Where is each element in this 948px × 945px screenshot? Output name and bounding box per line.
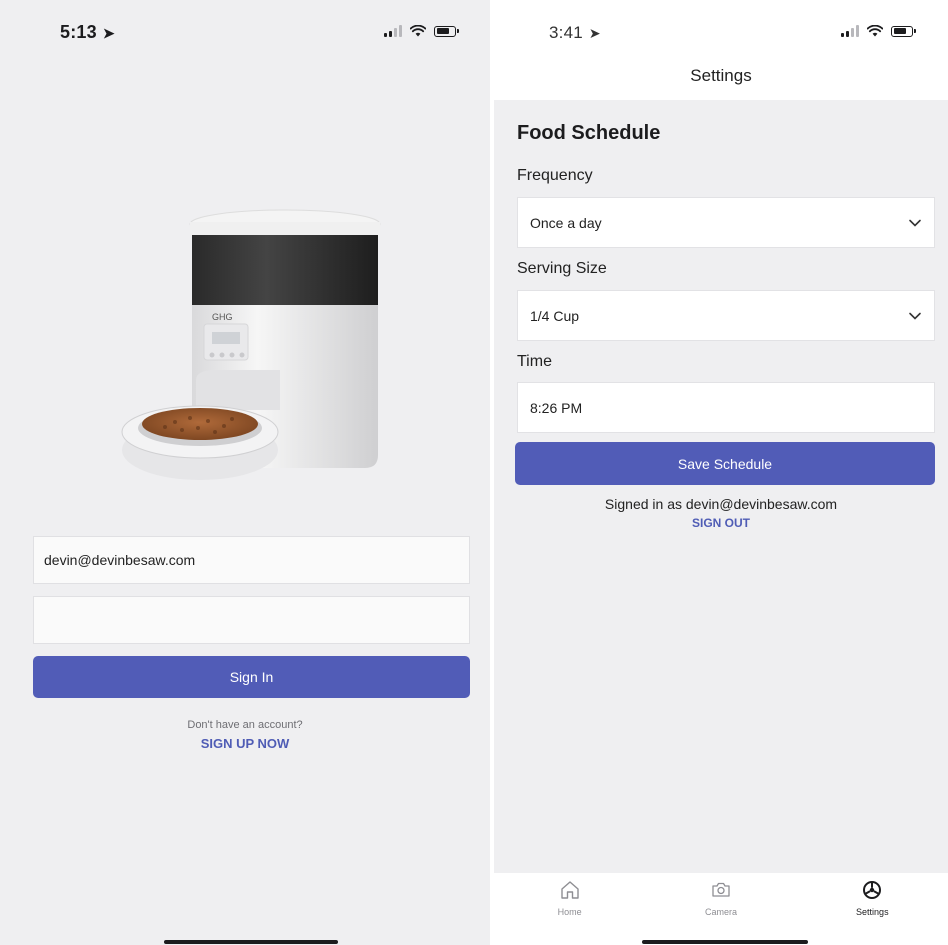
status-bar: 3:41 ➤ — [494, 0, 948, 64]
brand-text: GHG — [212, 312, 233, 322]
battery-icon — [434, 25, 459, 37]
status-time-text: 3:41 — [549, 23, 583, 42]
save-schedule-button[interactable]: Save Schedule — [515, 442, 935, 485]
pet-feeder-image: GHG — [121, 209, 381, 480]
email-value: devin@devinbesaw.com — [44, 552, 196, 568]
signal-icon — [384, 25, 402, 37]
page-title: Settings — [690, 66, 752, 85]
sign-in-button[interactable]: Sign In — [33, 656, 470, 698]
tab-home-label: Home — [557, 907, 582, 917]
frequency-label: Frequency — [517, 167, 593, 184]
time-field[interactable]: 8:26 PM — [517, 382, 935, 433]
serving-size-select[interactable]: 1/4 Cup — [517, 290, 935, 341]
wifi-icon — [410, 25, 426, 37]
tab-bar: Home Camera Settings — [494, 873, 948, 945]
frequency-value: Once a day — [530, 214, 602, 231]
location-arrow-icon: ➤ — [588, 25, 601, 41]
status-icons — [841, 25, 916, 37]
tab-camera-label: Camera — [704, 907, 737, 917]
camera-icon — [712, 882, 730, 897]
sign-up-link[interactable]: SIGN UP NOW — [0, 736, 490, 751]
save-schedule-label: Save Schedule — [677, 455, 773, 472]
no-account-text: Don't have an account? — [187, 719, 303, 731]
signal-icon — [841, 25, 859, 37]
wifi-icon — [867, 25, 883, 37]
tab-settings[interactable]: Settings — [817, 879, 927, 945]
login-screen: 5:13 ➤ GHG devin@devinbesaw.com Sign In … — [0, 0, 490, 945]
signed-in-text: Signed in as devin@devinbesaw.com — [604, 496, 838, 512]
home-indicator — [642, 940, 808, 944]
home-indicator — [164, 940, 338, 944]
serving-size-value: 1/4 Cup — [530, 307, 580, 324]
status-time: 5:13 ➤ — [60, 22, 115, 43]
sign-in-label: Sign In — [229, 669, 274, 685]
section-title: Food Schedule — [517, 122, 661, 144]
tab-settings-label: Settings — [856, 907, 889, 917]
email-field[interactable]: devin@devinbesaw.com — [33, 536, 470, 584]
tab-home[interactable]: Home — [515, 879, 625, 945]
time-value: 8:26 PM — [530, 399, 583, 416]
chevron-down-icon — [909, 312, 921, 320]
tab-camera[interactable]: Camera — [666, 879, 776, 945]
location-arrow-icon: ➤ — [102, 25, 115, 41]
password-field[interactable] — [33, 596, 470, 644]
time-label: Time — [517, 353, 552, 370]
frequency-select[interactable]: Once a day — [517, 197, 935, 248]
serving-size-label: Serving Size — [517, 260, 607, 277]
sign-out-link[interactable]: SIGN OUT — [494, 516, 948, 530]
chevron-down-icon — [909, 219, 921, 227]
status-bar: 5:13 ➤ — [0, 0, 490, 64]
settings-screen: 3:41 ➤ Settings Food Schedule Frequency O… — [494, 0, 948, 945]
home-icon — [560, 881, 579, 899]
status-time-text: 5:13 — [60, 22, 97, 42]
status-time: 3:41 ➤ — [549, 23, 601, 43]
status-icons — [384, 25, 459, 37]
battery-icon — [891, 25, 916, 37]
settings-icon — [863, 881, 882, 899]
